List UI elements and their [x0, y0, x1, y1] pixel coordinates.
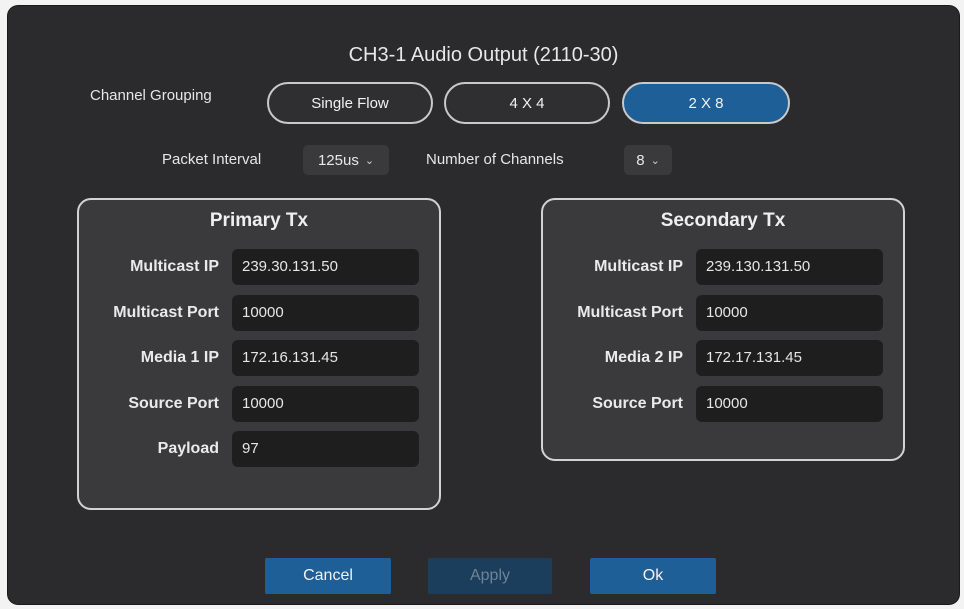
- primary-multicast-ip-row: Multicast IP 239.30.131.50: [79, 249, 439, 285]
- number-of-channels-select[interactable]: 8 ⌄: [624, 145, 672, 175]
- primary-source-port-input[interactable]: 10000: [232, 386, 419, 422]
- chevron-down-icon: ⌄: [364, 154, 375, 167]
- secondary-source-port-row: Source Port 10000: [543, 386, 903, 422]
- packet-interval-select[interactable]: 125us ⌄: [303, 145, 389, 175]
- primary-multicast-port-row: Multicast Port 10000: [79, 295, 439, 331]
- chevron-down-icon: ⌄: [650, 154, 660, 167]
- primary-media-1-ip-input[interactable]: 172.16.131.45: [232, 340, 419, 376]
- secondary-tx-title: Secondary Tx: [660, 210, 786, 231]
- cancel-button[interactable]: Cancel: [265, 558, 391, 594]
- primary-tx-title: Primary Tx: [209, 210, 309, 231]
- secondary-tx-panel: Secondary Tx Multicast IP 239.130.131.50…: [541, 198, 905, 461]
- primary-source-port-row: Source Port 10000: [79, 386, 439, 422]
- apply-button[interactable]: Apply: [428, 558, 552, 594]
- primary-multicast-ip-input[interactable]: 239.30.131.50: [232, 249, 419, 285]
- number-of-channels-label: Number of Channels: [426, 151, 564, 168]
- packet-interval-value: 125us: [317, 151, 359, 169]
- primary-payload-input[interactable]: 97: [232, 431, 419, 467]
- field-label: Media 2 IP: [604, 349, 683, 366]
- field-label: Media 1 IP: [140, 349, 219, 366]
- grouping-single-flow-button[interactable]: Single Flow: [267, 82, 433, 124]
- secondary-media-ip-row: Media 2 IP 172.17.131.45: [543, 340, 903, 376]
- secondary-multicast-port-row: Multicast Port 10000: [543, 295, 903, 331]
- field-label: Multicast Port: [113, 304, 219, 321]
- field-label: Source Port: [592, 395, 683, 412]
- field-label: Multicast IP: [594, 258, 683, 275]
- audio-output-dialog: CH3-1 Audio Output (2110-30) Channel Gro…: [8, 6, 959, 604]
- secondary-media-2-ip-input[interactable]: 172.17.131.45: [696, 340, 883, 376]
- secondary-multicast-ip-input[interactable]: 239.130.131.50: [696, 249, 883, 285]
- secondary-multicast-ip-row: Multicast IP 239.130.131.50: [543, 249, 903, 285]
- primary-multicast-port-input[interactable]: 10000: [232, 295, 419, 331]
- field-label: Source Port: [128, 395, 219, 412]
- field-label: Multicast Port: [577, 304, 683, 321]
- secondary-source-port-input[interactable]: 10000: [696, 386, 883, 422]
- field-label: Payload: [157, 440, 219, 457]
- channel-grouping-label: Channel Grouping: [90, 87, 212, 104]
- grouping-2x8-button[interactable]: 2 X 8: [622, 82, 790, 124]
- packet-interval-label: Packet Interval: [162, 151, 262, 168]
- primary-payload-row: Payload 97: [79, 431, 439, 467]
- primary-media-ip-row: Media 1 IP 172.16.131.45: [79, 340, 439, 376]
- number-of-channels-value: 8: [636, 151, 645, 169]
- field-label: Multicast IP: [130, 258, 219, 275]
- dialog-title: CH3-1 Audio Output (2110-30): [348, 44, 619, 66]
- secondary-multicast-port-input[interactable]: 10000: [696, 295, 883, 331]
- grouping-4x4-button[interactable]: 4 X 4: [444, 82, 610, 124]
- ok-button[interactable]: Ok: [590, 558, 716, 594]
- primary-tx-panel: Primary Tx Multicast IP 239.30.131.50 Mu…: [77, 198, 441, 510]
